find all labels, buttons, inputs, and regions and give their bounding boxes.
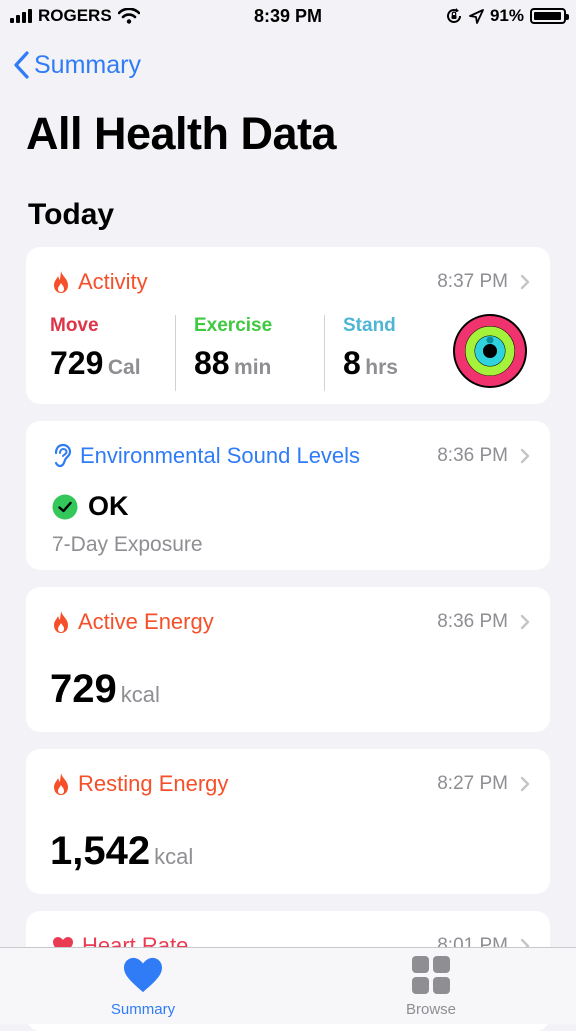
status-bar: ROGERS 8:39 PM 91% [0,0,576,34]
active-energy-title: Active Energy [78,609,214,634]
ear-icon [54,443,72,468]
move-stat: Move 729 Cal [50,315,175,391]
move-label: Move [50,315,99,336]
chevron-right-icon [520,448,530,464]
resting-energy-card[interactable]: Resting Energy 8:27 PM 1,542 kcal [26,749,550,894]
orientation-lock-icon [447,8,461,23]
stand-label: Stand [343,315,396,336]
resting-energy-time: 8:27 PM [437,773,508,794]
tab-browse-label: Browse [405,1001,457,1018]
section-title: Today [28,198,115,231]
move-value: 729 [50,345,104,381]
resting-energy-value: 1,542 [50,829,151,873]
active-energy-card[interactable]: Active Energy 8:36 PM 729 kcal [26,587,550,732]
battery-icon [530,8,569,24]
back-button[interactable]: Summary [12,50,141,80]
activity-time: 8:37 PM [437,271,508,292]
sound-levels-title: Environmental Sound Levels [80,443,361,468]
heart-icon [124,957,162,993]
chevron-right-icon [520,274,530,290]
sound-status: OK [88,491,129,521]
activity-title: Activity [78,269,148,294]
tab-bar: Summary Browse [0,947,576,1024]
exercise-value: 88 [194,345,230,381]
sound-levels-card[interactable]: Environmental Sound Levels 8:36 PM OK 7-… [26,421,550,570]
chevron-right-icon [520,776,530,792]
tab-summary[interactable]: Summary [73,956,213,1018]
chevron-left-icon [14,51,29,79]
back-button-label: Summary [34,50,141,79]
sound-subtitle: 7-Day Exposure [52,533,203,556]
active-energy-value: 729 [50,667,117,711]
flame-icon [54,611,68,633]
sound-levels-time: 8:36 PM [437,445,508,466]
location-icon [469,8,484,24]
active-energy-time: 8:36 PM [437,611,508,632]
move-unit: Cal [107,356,141,379]
grid-icon [412,956,450,994]
resting-energy-title: Resting Energy [78,771,229,796]
activity-card[interactable]: Activity 8:37 PM Move 729 Cal Exercise 8… [26,247,550,404]
activity-rings-icon [453,314,527,388]
resting-energy-unit: kcal [154,844,194,869]
tab-summary-label: Summary [110,1001,176,1018]
active-energy-unit: kcal [120,682,160,707]
stand-unit: hrs [365,356,398,379]
exercise-label: Exercise [194,315,273,336]
chevron-right-icon [520,614,530,630]
tab-browse[interactable]: Browse [361,956,501,1018]
battery-percentage: 91% [489,6,524,25]
stand-value: 8 [343,345,361,381]
checkmark-circle-icon [52,494,78,519]
flame-icon [54,271,68,293]
flame-icon [54,773,68,795]
exercise-unit: min [234,356,272,379]
page-title: All Health Data [26,108,337,159]
exercise-stat: Exercise 88 min [176,315,324,391]
stand-stat: Stand 8 hrs [325,315,453,391]
